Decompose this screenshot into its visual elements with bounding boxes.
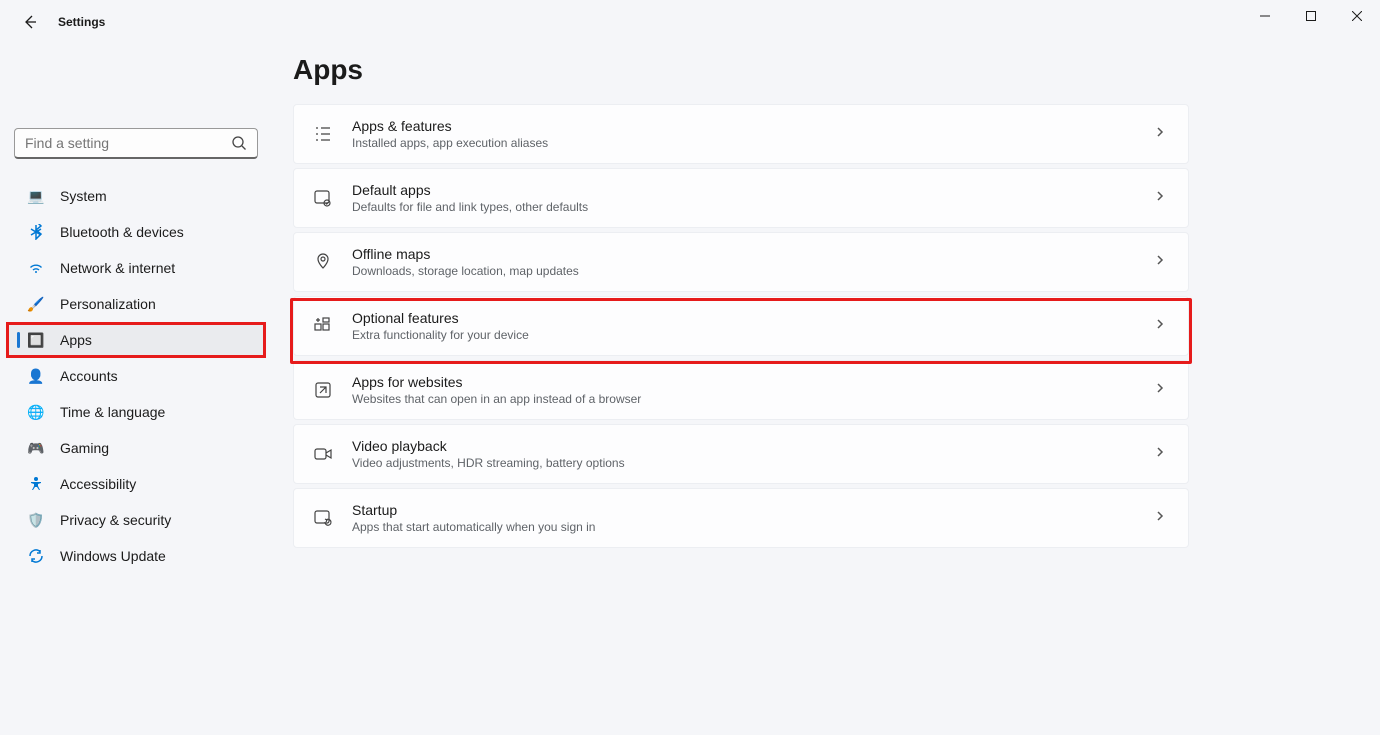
panel-text: Default appsDefaults for file and link t… <box>352 181 588 215</box>
panel-apps-features[interactable]: Apps & featuresInstalled apps, app execu… <box>293 104 1189 164</box>
sidebar-item-label: Accounts <box>60 368 118 384</box>
panel-title: Startup <box>352 501 595 519</box>
sidebar-nav: 💻 System Bluetooth & devices Network & inte… <box>6 178 266 574</box>
close-button[interactable] <box>1334 0 1380 32</box>
sidebar-item-icon: 🔲 <box>26 330 46 350</box>
chevron-right-icon <box>1154 445 1166 463</box>
optional-features-icon <box>312 315 334 337</box>
sidebar-item-label: Windows Update <box>60 548 166 564</box>
panel-title: Apps & features <box>352 117 548 135</box>
chevron-right-icon <box>1154 509 1166 527</box>
sidebar-item-label: Network & internet <box>60 260 175 276</box>
sidebar-item-bluetooth-devices[interactable]: Bluetooth & devices <box>6 214 266 250</box>
sidebar-item-icon <box>26 474 46 494</box>
search-field[interactable] <box>25 135 231 151</box>
back-button[interactable] <box>14 6 46 38</box>
sidebar-item-icon: 🖌️ <box>26 294 46 314</box>
sidebar-item-icon: 💻 <box>26 186 46 206</box>
apps-features-icon <box>312 123 334 145</box>
sidebar-item-personalization[interactable]: 🖌️ Personalization <box>6 286 266 322</box>
page-title: Apps <box>293 54 363 86</box>
window-controls <box>1242 0 1380 32</box>
panel-text: StartupApps that start automatically whe… <box>352 501 595 535</box>
arrow-left-icon <box>22 14 38 30</box>
panel-description: Extra functionality for your device <box>352 327 529 343</box>
chevron-right-icon <box>1154 381 1166 399</box>
maximize-button[interactable] <box>1288 0 1334 32</box>
sidebar-item-label: Accessibility <box>60 476 136 492</box>
panel-text: Optional featuresExtra functionality for… <box>352 309 529 343</box>
selection-indicator <box>17 332 20 348</box>
sidebar-item-label: Personalization <box>60 296 156 312</box>
panel-title: Offline maps <box>352 245 579 263</box>
sidebar-item-icon: 👤 <box>26 366 46 386</box>
panel-title: Apps for websites <box>352 373 641 391</box>
sidebar-item-time-language[interactable]: 🌐 Time & language <box>6 394 266 430</box>
sidebar-item-label: Gaming <box>60 440 109 456</box>
settings-panel-list: Apps & featuresInstalled apps, app execu… <box>293 104 1189 552</box>
panel-video-playback[interactable]: Video playbackVideo adjustments, HDR str… <box>293 424 1189 484</box>
chevron-right-icon <box>1154 125 1166 143</box>
panel-text: Apps & featuresInstalled apps, app execu… <box>352 117 548 151</box>
title-bar: Settings <box>0 0 1380 44</box>
panel-title: Optional features <box>352 309 529 327</box>
minimize-icon <box>1260 11 1270 21</box>
sidebar-item-network-internet[interactable]: Network & internet <box>6 250 266 286</box>
sidebar-item-label: Bluetooth & devices <box>60 224 184 240</box>
panel-description: Installed apps, app execution aliases <box>352 135 548 151</box>
sidebar-item-privacy-security[interactable]: 🛡️ Privacy & security <box>6 502 266 538</box>
sidebar-item-icon <box>26 258 46 278</box>
minimize-button[interactable] <box>1242 0 1288 32</box>
sidebar-item-label: System <box>60 188 107 204</box>
panel-default-apps[interactable]: Default appsDefaults for file and link t… <box>293 168 1189 228</box>
panel-text: Offline mapsDownloads, storage location,… <box>352 245 579 279</box>
panel-text: Apps for websitesWebsites that can open … <box>352 373 641 407</box>
panel-offline-maps[interactable]: Offline mapsDownloads, storage location,… <box>293 232 1189 292</box>
sidebar-item-icon: 🛡️ <box>26 510 46 530</box>
sidebar-item-label: Privacy & security <box>60 512 171 528</box>
panel-text: Video playbackVideo adjustments, HDR str… <box>352 437 625 471</box>
chevron-right-icon <box>1154 253 1166 271</box>
sidebar-item-label: Apps <box>60 332 92 348</box>
default-apps-icon <box>312 187 334 209</box>
maximize-icon <box>1306 11 1316 21</box>
sidebar-item-gaming[interactable]: 🎮 Gaming <box>6 430 266 466</box>
sidebar-item-icon: 🌐 <box>26 402 46 422</box>
panel-optional-features[interactable]: Optional featuresExtra functionality for… <box>293 296 1189 356</box>
sidebar-item-icon <box>26 222 46 242</box>
panel-description: Defaults for file and link types, other … <box>352 199 588 215</box>
search-icon <box>231 135 247 151</box>
chevron-right-icon <box>1154 189 1166 207</box>
panel-startup[interactable]: StartupApps that start automatically whe… <box>293 488 1189 548</box>
sidebar-item-icon: 🎮 <box>26 438 46 458</box>
app-title: Settings <box>58 15 105 29</box>
panel-description: Video adjustments, HDR streaming, batter… <box>352 455 625 471</box>
sidebar-item-label: Time & language <box>60 404 165 420</box>
sidebar-item-accounts[interactable]: 👤 Accounts <box>6 358 266 394</box>
panel-description: Downloads, storage location, map updates <box>352 263 579 279</box>
sidebar-item-system[interactable]: 💻 System <box>6 178 266 214</box>
close-icon <box>1352 11 1362 21</box>
sidebar-item-icon <box>26 546 46 566</box>
panel-description: Websites that can open in an app instead… <box>352 391 641 407</box>
video-playback-icon <box>312 443 334 465</box>
sidebar-item-accessibility[interactable]: Accessibility <box>6 466 266 502</box>
offline-maps-icon <box>312 251 334 273</box>
apps-websites-icon <box>312 379 334 401</box>
sidebar-item-apps[interactable]: 🔲 Apps <box>6 322 266 358</box>
startup-icon <box>312 507 334 529</box>
chevron-right-icon <box>1154 317 1166 335</box>
panel-title: Video playback <box>352 437 625 455</box>
panel-apps-websites[interactable]: Apps for websitesWebsites that can open … <box>293 360 1189 420</box>
search-input[interactable] <box>14 128 258 159</box>
panel-title: Default apps <box>352 181 588 199</box>
sidebar-item-windows-update[interactable]: Windows Update <box>6 538 266 574</box>
panel-description: Apps that start automatically when you s… <box>352 519 595 535</box>
